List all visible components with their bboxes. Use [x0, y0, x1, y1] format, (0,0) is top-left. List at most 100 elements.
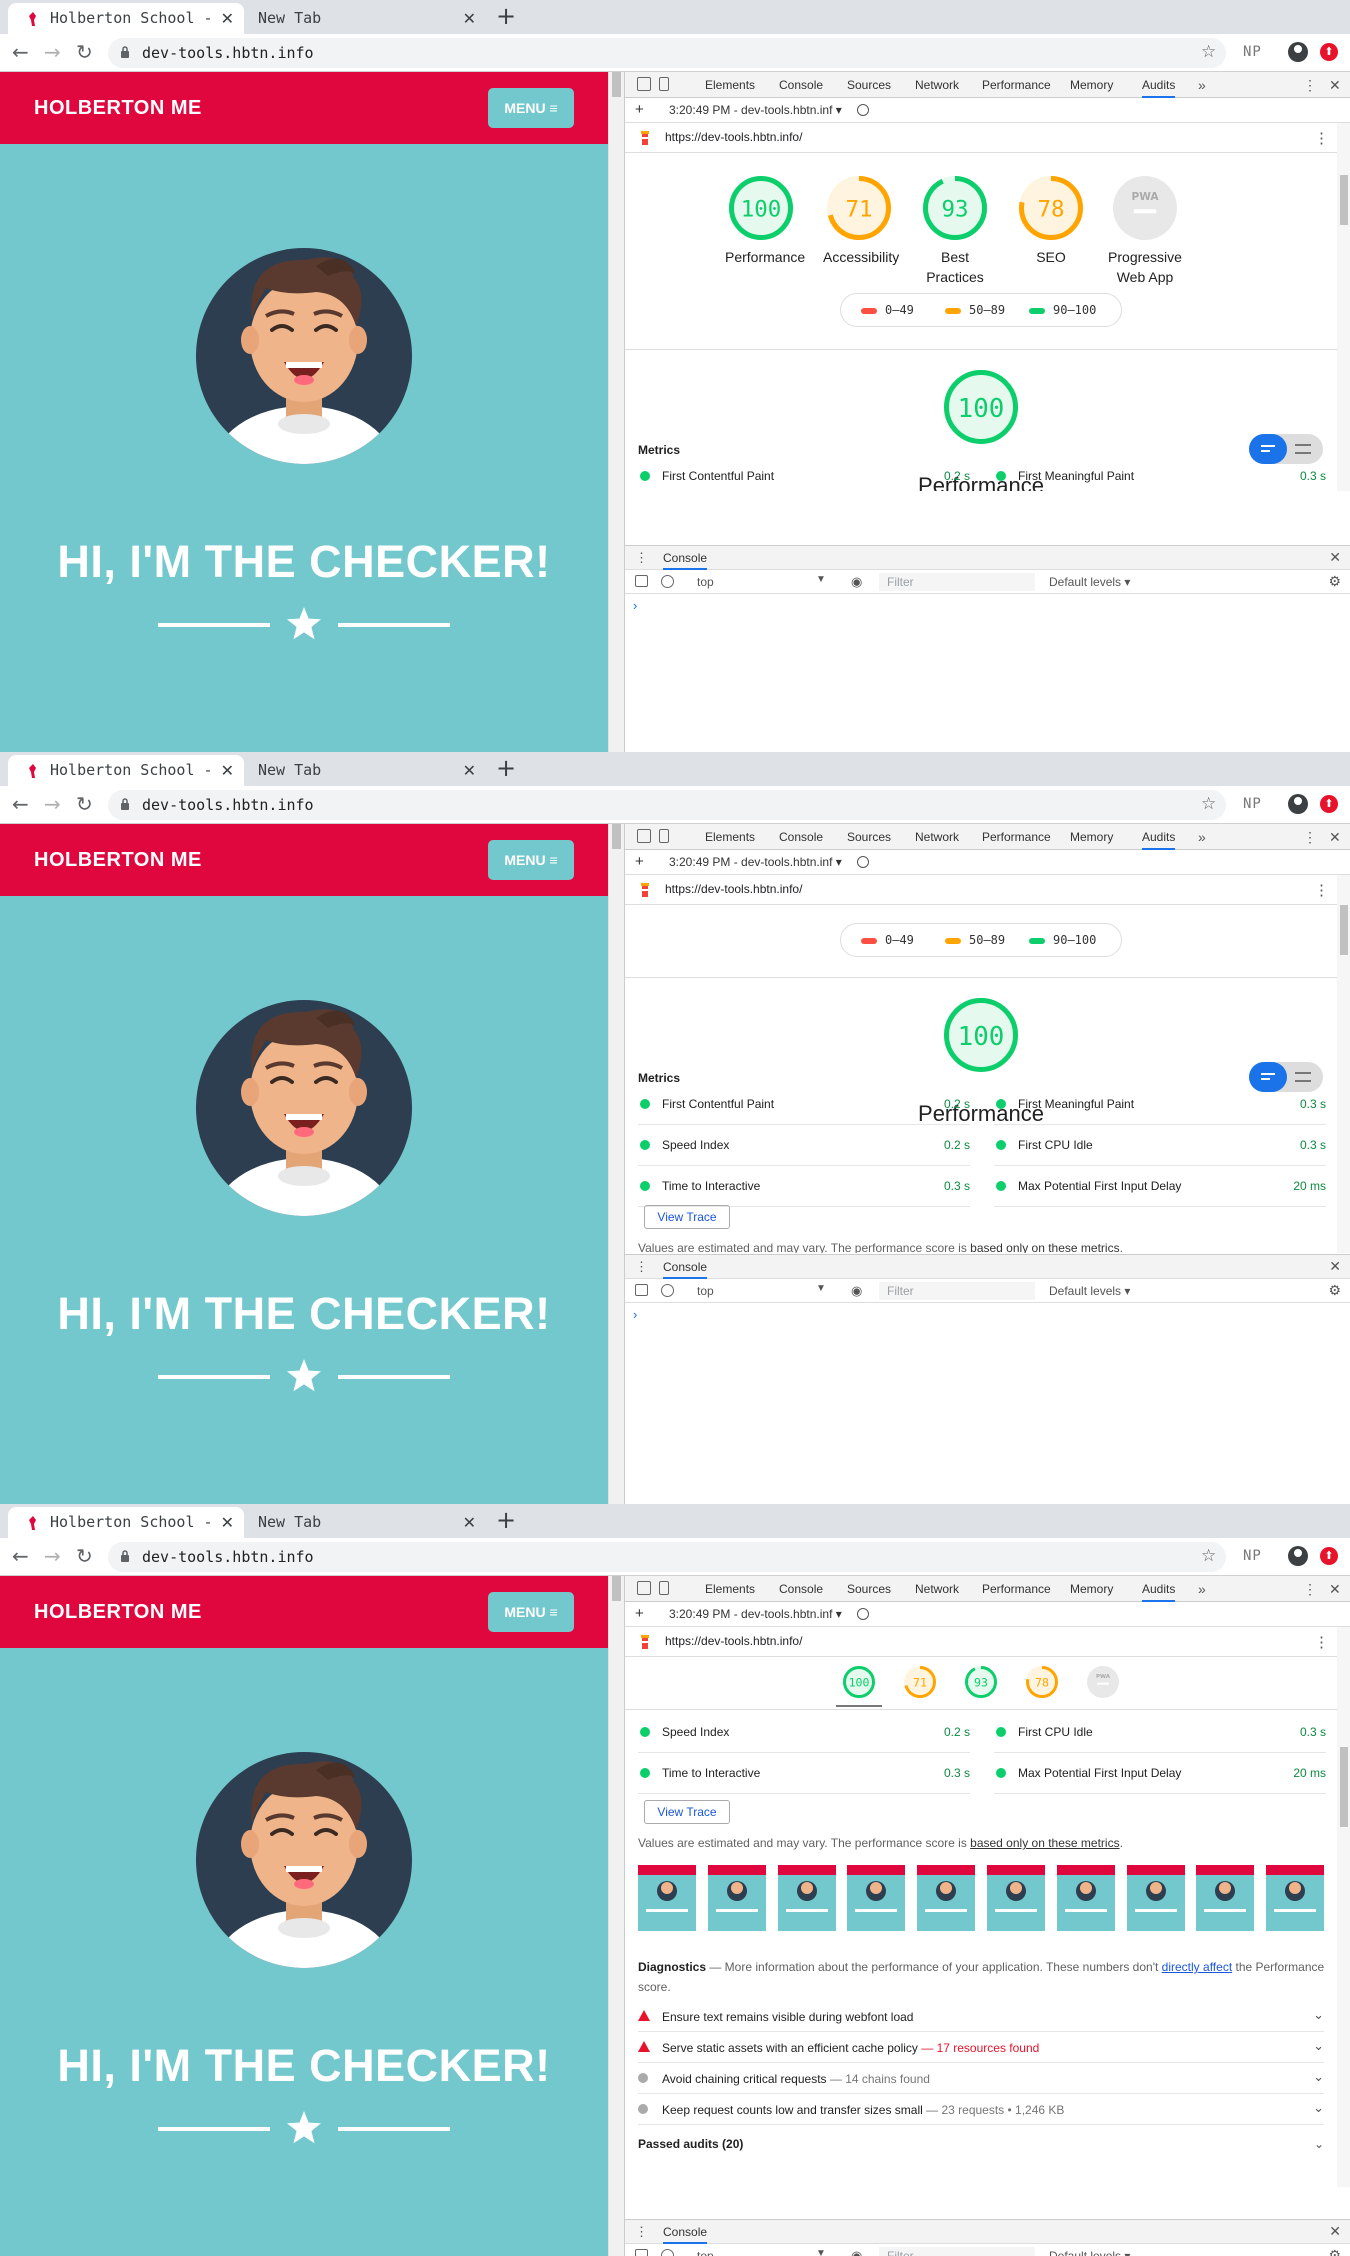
drawer-menu-icon[interactable]: ⋮: [635, 550, 648, 566]
profile-avatar-icon[interactable]: [1288, 1546, 1308, 1566]
devtools-close-icon[interactable]: ✕: [1329, 824, 1341, 850]
drawer-close-icon[interactable]: ✕: [1329, 2223, 1341, 2240]
new-tab-plus-icon[interactable]: +: [496, 1506, 516, 1534]
console-settings-gear-icon[interactable]: ⚙: [1328, 1282, 1341, 1299]
more-tabs-icon[interactable]: »: [1198, 824, 1206, 850]
tab-close-icon[interactable]: ✕: [463, 1507, 476, 1538]
context-dropdown-icon[interactable]: ▼: [816, 574, 826, 585]
devtools-tab-memory[interactable]: Memory: [1070, 824, 1113, 850]
site-brand[interactable]: HOLBERTON ME: [34, 97, 202, 120]
drawer-menu-icon[interactable]: ⋮: [635, 1259, 648, 1275]
tab-close-icon[interactable]: ✕: [221, 755, 234, 786]
devtools-tab-elements[interactable]: Elements: [705, 824, 755, 850]
report-selector[interactable]: 3:20:49 PM - dev-tools.hbtn.inf ▾: [669, 855, 842, 869]
profile-avatar-icon[interactable]: [1288, 794, 1308, 814]
live-expression-eye-icon[interactable]: ◉: [851, 1283, 862, 1299]
back-arrow-icon[interactable]: ←: [12, 792, 29, 816]
scrollbar-thumb[interactable]: [612, 1576, 621, 1601]
log-levels-select[interactable]: Default levels ▾: [1049, 2249, 1130, 2256]
report-selector[interactable]: 3:20:49 PM - dev-tools.hbtn.inf ▾: [669, 1607, 842, 1621]
devtools-tab-audits[interactable]: Audits: [1142, 824, 1176, 850]
console-drawer-tab[interactable]: Console: [663, 1255, 708, 1279]
devtools-tab-network[interactable]: Network: [915, 824, 959, 850]
more-tabs-icon[interactable]: »: [1198, 1576, 1206, 1602]
devtools-tab-elements[interactable]: Elements: [705, 72, 755, 98]
compact-score-gauge[interactable]: PWA: [1086, 1665, 1120, 1699]
sidebar-toggle-icon[interactable]: [635, 2249, 648, 2256]
update-icon[interactable]: ⬆: [1320, 1547, 1338, 1565]
menu-button[interactable]: MENU ≡: [488, 840, 574, 880]
tab-close-icon[interactable]: ✕: [221, 3, 234, 34]
devtools-close-icon[interactable]: ✕: [1329, 72, 1341, 98]
devtools-menu-icon[interactable]: ⋮: [1303, 1576, 1317, 1602]
profile-avatar-icon[interactable]: [1288, 42, 1308, 62]
console-prompt[interactable]: ›: [633, 1307, 637, 1322]
devtools-tab-sources[interactable]: Sources: [847, 824, 891, 850]
report-scrollbar[interactable]: [1337, 1627, 1350, 2187]
forward-arrow-icon[interactable]: →: [44, 1544, 61, 1568]
inspect-element-icon[interactable]: [637, 829, 651, 843]
clear-report-icon[interactable]: [857, 856, 869, 868]
console-drawer-tab[interactable]: Console: [663, 2220, 708, 2244]
report-menu-icon[interactable]: ⋮: [1314, 129, 1329, 147]
new-audit-plus-icon[interactable]: +: [635, 1605, 644, 1622]
sidebar-toggle-icon[interactable]: [635, 1284, 648, 1296]
devtools-tab-memory[interactable]: Memory: [1070, 1576, 1113, 1602]
scrollbar-thumb[interactable]: [612, 72, 621, 97]
page-scrollbar[interactable]: [608, 72, 624, 752]
devtools-tab-performance[interactable]: Performance: [982, 1576, 1051, 1602]
forward-arrow-icon[interactable]: →: [44, 792, 61, 816]
console-filter-input[interactable]: Filter: [879, 1282, 1035, 1300]
page-scrollbar[interactable]: [608, 824, 624, 1504]
expand-chevron-icon[interactable]: ⌄: [1313, 2100, 1324, 2116]
back-arrow-icon[interactable]: ←: [12, 1544, 29, 1568]
compact-score-gauge[interactable]: 78: [1025, 1665, 1059, 1699]
reload-icon[interactable]: ↻: [76, 40, 93, 64]
drawer-close-icon[interactable]: ✕: [1329, 549, 1341, 566]
device-toolbar-icon[interactable]: [659, 1581, 669, 1595]
context-select[interactable]: top: [697, 2249, 714, 2256]
context-dropdown-icon[interactable]: ▼: [816, 2248, 826, 2256]
forward-arrow-icon[interactable]: →: [44, 40, 61, 64]
browser-tab-active[interactable]: Holberton School - ķ ✕: [8, 1507, 244, 1538]
clear-console-icon[interactable]: [661, 1284, 674, 1297]
reload-icon[interactable]: ↻: [76, 792, 93, 816]
back-arrow-icon[interactable]: ←: [12, 40, 29, 64]
new-audit-plus-icon[interactable]: +: [635, 853, 644, 870]
report-scrollbar[interactable]: [1337, 875, 1350, 1253]
context-select[interactable]: top: [697, 575, 714, 589]
score-gauge-accessibility[interactable]: 71 Accessibility: [823, 175, 899, 267]
sidebar-toggle-icon[interactable]: [635, 575, 648, 587]
live-expression-eye-icon[interactable]: ◉: [851, 2248, 862, 2256]
inspect-element-icon[interactable]: [637, 77, 651, 91]
bookmark-star-icon[interactable]: ☆: [1201, 794, 1216, 814]
live-expression-eye-icon[interactable]: ◉: [851, 574, 862, 590]
tab-close-icon[interactable]: ✕: [463, 755, 476, 786]
devtools-close-icon[interactable]: ✕: [1329, 1576, 1341, 1602]
page-scrollbar[interactable]: [608, 1576, 624, 2256]
drawer-menu-icon[interactable]: ⋮: [635, 2224, 648, 2240]
compact-score-gauge[interactable]: 71: [903, 1665, 937, 1699]
diagnostic-item[interactable]: Serve static assets with an efficient ca…: [638, 2032, 1324, 2063]
site-brand[interactable]: HOLBERTON ME: [34, 1601, 202, 1624]
report-menu-icon[interactable]: ⋮: [1314, 881, 1329, 899]
diagnostic-item[interactable]: Avoid chaining critical requests — 14 ch…: [638, 2063, 1324, 2094]
extension-np-icon[interactable]: NP: [1243, 1548, 1262, 1564]
expand-chevron-icon[interactable]: ⌄: [1313, 2007, 1324, 2023]
extension-np-icon[interactable]: NP: [1243, 796, 1262, 812]
diagnostic-item[interactable]: Keep request counts low and transfer siz…: [638, 2094, 1324, 2125]
menu-button[interactable]: MENU ≡: [488, 88, 574, 128]
devtools-tab-console[interactable]: Console: [779, 1576, 823, 1602]
report-selector[interactable]: 3:20:49 PM - dev-tools.hbtn.inf ▾: [669, 103, 842, 117]
devtools-tab-audits[interactable]: Audits: [1142, 1576, 1176, 1602]
report-scrollbar-thumb[interactable]: [1340, 1747, 1348, 1827]
note-link[interactable]: based only on these metrics: [970, 1241, 1119, 1253]
devtools-tab-console[interactable]: Console: [779, 72, 823, 98]
menu-button[interactable]: MENU ≡: [488, 1592, 574, 1632]
context-select[interactable]: top: [697, 1284, 714, 1298]
report-scrollbar-thumb[interactable]: [1340, 905, 1348, 955]
devtools-tab-performance[interactable]: Performance: [982, 72, 1051, 98]
diagnostic-item[interactable]: Ensure text remains visible during webfo…: [638, 2001, 1324, 2032]
devtools-tab-sources[interactable]: Sources: [847, 1576, 891, 1602]
devtools-tab-elements[interactable]: Elements: [705, 1576, 755, 1602]
